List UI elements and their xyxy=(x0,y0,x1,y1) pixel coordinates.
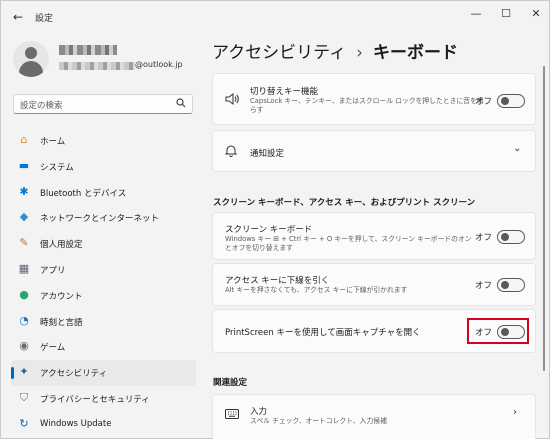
avatar-head-icon xyxy=(25,47,37,59)
windows-update-icon: ↻ xyxy=(19,416,29,430)
breadcrumb-parent[interactable]: アクセシビリティ xyxy=(212,43,346,63)
sidebar-item-label: システム xyxy=(40,162,74,173)
search-placeholder: 設定の検索 xyxy=(20,101,63,111)
onscreen-keyboard-description: Windows キー ⊞ + Ctrl キー + O キーを押して、スクリーン … xyxy=(225,235,472,252)
profile-email-redacted xyxy=(59,62,135,70)
sidebar-item-label: プライバシーとセキュリティ xyxy=(40,394,150,405)
speaker-icon xyxy=(225,93,239,108)
toggle-keys-card: 切り替えキー機能 CapsLock キー、テンキー、またはスクロール ロックを押… xyxy=(212,73,536,125)
toggle-keys-description: CapsLock キー、テンキー、またはスクロール ロックを押したときに音を鳴ら… xyxy=(250,97,484,114)
underline-access-keys-state: オフ xyxy=(475,281,493,291)
sidebar-item-gaming[interactable]: ◉ ゲーム xyxy=(11,334,196,360)
sidebar-item-bluetooth[interactable]: ✱ Bluetooth とデバイス xyxy=(11,180,196,206)
home-icon: ⌂ xyxy=(20,133,28,146)
section-heading-related-settings: 関連設定 xyxy=(213,378,248,388)
sidebar-item-accounts[interactable]: ● アカウント xyxy=(11,283,196,309)
toggle-knob xyxy=(501,97,509,105)
apps-icon: ▦ xyxy=(18,261,30,275)
breadcrumb-separator: › xyxy=(356,43,363,63)
search-input[interactable]: 設定の検索 xyxy=(13,94,193,114)
onscreen-keyboard-state: オフ xyxy=(475,233,493,243)
sidebar-item-label: 時刻と言語 xyxy=(40,317,83,328)
bluetooth-icon: ✱ xyxy=(19,184,29,198)
chevron-right-icon: › xyxy=(513,407,517,418)
toggle-knob xyxy=(501,233,509,241)
highlight-annotation xyxy=(467,318,529,344)
sidebar-item-label: アクセシビリティ xyxy=(40,369,108,380)
sidebar-item-label: 個人用設定 xyxy=(40,240,83,251)
gaming-icon: ◉ xyxy=(19,339,29,353)
sidebar-item-privacy[interactable]: ⛉ プライバシーとセキュリティ xyxy=(11,386,196,412)
app-title: 設定 xyxy=(35,14,54,24)
avatar xyxy=(13,41,49,77)
chevron-down-icon: ⌄ xyxy=(513,143,522,154)
sidebar-item-label: Windows Update xyxy=(40,418,112,429)
back-button[interactable]: ← xyxy=(9,9,27,25)
section-heading-keyboard-options: スクリーン キーボード、アクセス キー、およびプリント スクリーン xyxy=(213,198,476,208)
breadcrumb: アクセシビリティ › キーボード xyxy=(212,38,458,63)
printscreen-title: PrintScreen キーを使用して画面キャプチャを開く xyxy=(225,328,421,338)
title-bar: ← 設定 — ☐ ✕ xyxy=(1,1,550,33)
privacy-shield-icon: ⛉ xyxy=(19,390,29,404)
notification-settings-card[interactable]: 通知設定 ⌄ xyxy=(212,130,536,172)
time-language-icon: ◔ xyxy=(19,313,29,327)
sidebar-item-home[interactable]: ⌂ ホーム xyxy=(11,128,196,154)
user-profile[interactable]: @outlook.jp xyxy=(13,41,198,81)
profile-email-suffix: @outlook.jp xyxy=(135,60,183,69)
toggle-keys-switch[interactable] xyxy=(497,94,525,108)
sidebar-item-label: ネットワークとインターネット xyxy=(40,214,160,225)
network-icon: ◆ xyxy=(19,210,29,224)
accessibility-icon: ✦ xyxy=(19,365,29,379)
underline-access-keys-switch[interactable] xyxy=(497,278,525,292)
sidebar-item-label: ホーム xyxy=(40,137,66,147)
system-icon: ▬ xyxy=(18,158,30,172)
toggle-knob xyxy=(501,281,509,289)
sidebar-item-accessibility[interactable]: ✦ アクセシビリティ xyxy=(11,360,196,386)
onscreen-keyboard-card: スクリーン キーボード Windows キー ⊞ + Ctrl キー + O キ… xyxy=(212,212,536,260)
input-settings-card[interactable]: 入力 スペル チェック、オートコレクト、入力候補 › xyxy=(212,394,536,439)
sidebar-item-label: アカウント xyxy=(40,291,83,302)
notification-settings-title: 通知設定 xyxy=(250,149,285,159)
scrollbar[interactable] xyxy=(543,66,545,371)
sidebar-item-personalization[interactable]: ✎ 個人用設定 xyxy=(11,231,196,257)
bell-icon xyxy=(224,144,238,160)
avatar-body-icon xyxy=(19,61,43,77)
onscreen-keyboard-switch[interactable] xyxy=(497,230,525,244)
sidebar-item-time-language[interactable]: ◔ 時刻と言語 xyxy=(11,309,196,335)
onscreen-keyboard-title: スクリーン キーボード xyxy=(225,225,313,235)
sidebar-item-network[interactable]: ◆ ネットワークとインターネット xyxy=(11,205,196,231)
underline-access-keys-description: Alt キーを押さなくても、アクセス キーに下線が引かれます xyxy=(225,286,408,294)
settings-window: ← 設定 — ☐ ✕ @outlook.jp 設定の検索 ⌂ ホーム ▬ システ… xyxy=(0,0,550,439)
underline-access-keys-card: アクセス キーに下線を引く Alt キーを押さなくても、アクセス キーに下線が引… xyxy=(212,263,536,306)
page-title: キーボード xyxy=(372,43,458,63)
minimize-button[interactable]: — xyxy=(461,4,491,24)
accounts-icon: ● xyxy=(19,287,29,301)
profile-name-redacted xyxy=(59,45,117,55)
sidebar-item-windows-update[interactable]: ↻ Windows Update xyxy=(11,412,196,438)
active-indicator xyxy=(11,367,14,380)
personalization-icon: ✎ xyxy=(19,236,29,250)
underline-access-keys-title: アクセス キーに下線を引く xyxy=(225,276,330,286)
close-button[interactable]: ✕ xyxy=(521,4,550,24)
maximize-button[interactable]: ☐ xyxy=(491,4,521,24)
keyboard-icon xyxy=(225,408,239,422)
sidebar-item-apps[interactable]: ▦ アプリ xyxy=(11,257,196,283)
input-settings-description: スペル チェック、オートコレクト、入力候補 xyxy=(250,417,387,425)
sidebar-item-label: ゲーム xyxy=(40,343,66,354)
sidebar-item-system[interactable]: ▬ システム xyxy=(11,154,196,180)
search-icon xyxy=(176,98,186,111)
sidebar-nav: ⌂ ホーム ▬ システム ✱ Bluetooth とデバイス ◆ ネットワークと… xyxy=(11,128,196,438)
input-settings-title: 入力 xyxy=(250,407,268,417)
toggle-keys-title: 切り替えキー機能 xyxy=(250,87,319,97)
sidebar-item-label: Bluetooth とデバイス xyxy=(40,188,127,199)
sidebar-item-label: アプリ xyxy=(40,265,66,276)
toggle-keys-state: オフ xyxy=(475,97,493,107)
